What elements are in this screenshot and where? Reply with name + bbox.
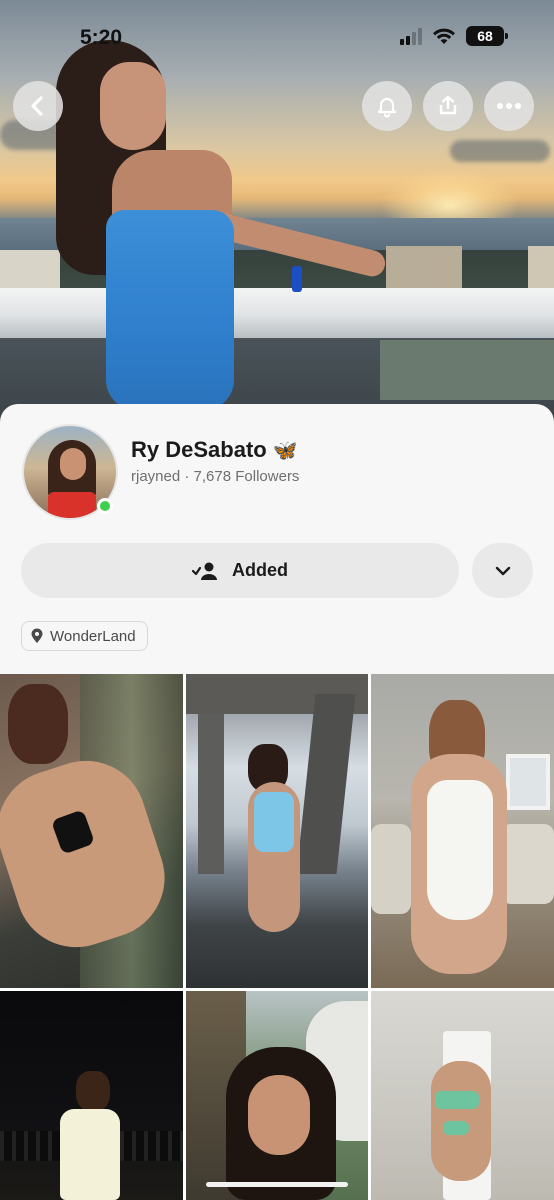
profile-hero-image	[0, 0, 554, 430]
butterfly-emoji: 🦋	[272, 439, 298, 462]
photo-tile[interactable]	[371, 674, 554, 988]
location-chip[interactable]: WonderLand	[21, 621, 148, 651]
profile-subtitle: rjayned · 7,678 Followers	[131, 468, 299, 485]
share-icon	[439, 95, 457, 115]
status-icons: 68	[400, 26, 508, 46]
photo-grid	[0, 674, 554, 1200]
username: rjayned	[131, 468, 181, 485]
share-button[interactable]	[423, 81, 473, 131]
more-horizontal-icon	[497, 103, 521, 109]
added-button-label: Added	[232, 560, 288, 580]
added-friend-button[interactable]: Added	[21, 543, 459, 598]
cellular-signal-icon	[400, 27, 422, 45]
status-time: 5:20	[80, 26, 123, 49]
notifications-button[interactable]	[362, 81, 412, 131]
follower-count[interactable]: 7,678 Followers	[194, 468, 300, 485]
back-button[interactable]	[13, 81, 63, 131]
online-status-indicator	[97, 498, 113, 514]
bell-icon	[377, 97, 397, 118]
photo-tile[interactable]	[186, 991, 368, 1200]
wifi-icon	[433, 28, 455, 44]
photo-tile[interactable]	[0, 991, 183, 1200]
display-name: Ry DeSabato 🦋	[131, 437, 298, 463]
person-check-icon	[192, 562, 217, 580]
photo-tile[interactable]	[186, 674, 368, 988]
location-label: WonderLand	[50, 627, 136, 645]
subtitle-separator: ·	[180, 468, 194, 485]
chevron-down-icon	[495, 566, 510, 575]
location-pin-icon	[31, 628, 43, 643]
more-options-button[interactable]	[484, 81, 534, 131]
chevron-left-icon	[31, 96, 43, 116]
home-indicator[interactable]	[206, 1182, 348, 1187]
battery-indicator: 68	[466, 26, 508, 46]
friend-options-dropdown[interactable]	[472, 543, 533, 598]
photo-tile[interactable]	[0, 674, 183, 988]
photo-tile[interactable]	[371, 991, 554, 1200]
display-name-text: Ry DeSabato	[131, 437, 267, 462]
